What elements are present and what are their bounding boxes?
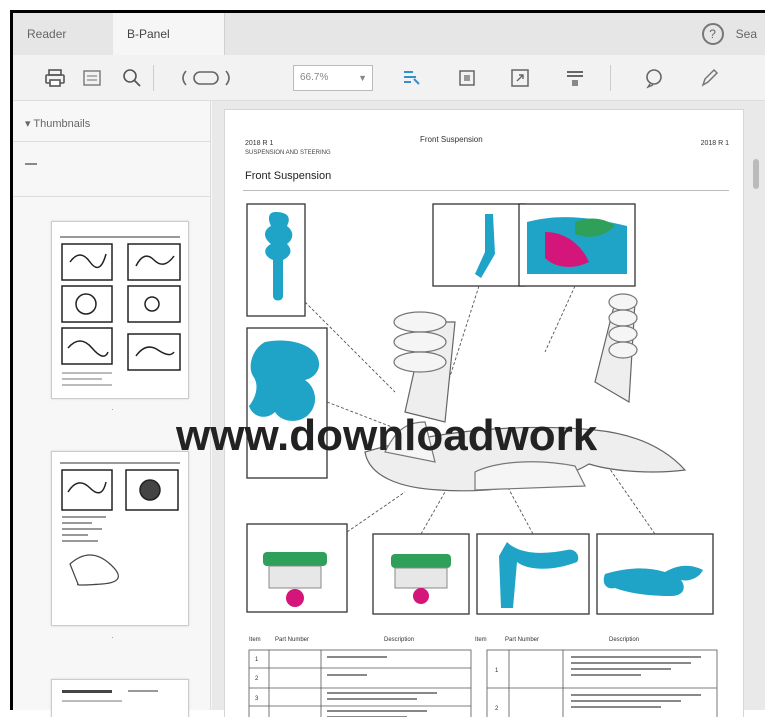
page-thumbnail[interactable] bbox=[51, 451, 189, 626]
page-header-center: Front Suspension bbox=[420, 135, 483, 144]
svg-text:1: 1 bbox=[255, 657, 259, 663]
pen-icon[interactable] bbox=[695, 64, 723, 92]
page-title: Front Suspension bbox=[245, 170, 332, 182]
help-icon[interactable]: ? bbox=[701, 23, 724, 45]
document-viewport[interactable]: 2018 R 1 Front Suspension 2018 R 1 SUSPE… bbox=[212, 101, 765, 717]
fit-page-icon[interactable] bbox=[78, 64, 106, 92]
sidebar-header[interactable]: ▾ Thumbnails bbox=[25, 117, 90, 130]
svg-text:2: 2 bbox=[495, 706, 499, 712]
scrollbar-thumb[interactable] bbox=[753, 159, 759, 189]
tab-reader[interactable]: Reader bbox=[13, 13, 108, 55]
zoom-value: 66.7% bbox=[300, 72, 329, 83]
table-header: Description bbox=[383, 637, 414, 643]
page-header-sub: SUSPENSION AND STEERING bbox=[245, 150, 331, 156]
page-header-right: 2018 R 1 bbox=[700, 140, 729, 147]
select-tool-icon[interactable] bbox=[397, 64, 425, 92]
collapse-icon[interactable] bbox=[25, 163, 37, 165]
thumbnail-sidebar: ▾ Thumbnails · · bbox=[13, 101, 211, 717]
table-header: Part Number bbox=[275, 637, 310, 643]
toolbar: 66.7% ▼ bbox=[13, 55, 765, 101]
tab-b-panel[interactable]: B-Panel bbox=[113, 13, 225, 55]
header-right: ? Sea bbox=[701, 13, 765, 55]
table-header: Item bbox=[249, 637, 261, 643]
page-nav-icon[interactable] bbox=[173, 64, 243, 92]
comment-icon[interactable] bbox=[640, 64, 668, 92]
page-thumbnail[interactable] bbox=[51, 221, 189, 399]
table-grid: 1 2 3 1 2 bbox=[248, 649, 718, 717]
tab-bar: Reader B-Panel ? Sea bbox=[13, 13, 765, 55]
resize-icon[interactable] bbox=[506, 64, 534, 92]
crop-icon[interactable] bbox=[453, 64, 481, 92]
user-label[interactable]: Sea bbox=[736, 27, 757, 41]
print-icon[interactable] bbox=[41, 64, 69, 92]
app-window: Reader B-Panel ? Sea 66.7% ▼ ▾ Thumbnail… bbox=[10, 10, 765, 717]
vertical-scrollbar[interactable] bbox=[751, 113, 761, 700]
svg-text:1: 1 bbox=[495, 668, 499, 674]
parts-table: Item Part Number Description Item Part N… bbox=[247, 632, 737, 717]
table-header: Item bbox=[475, 637, 487, 643]
watermark-text: www.downloadwork bbox=[176, 411, 598, 460]
thumbnail-page-number: · bbox=[111, 632, 114, 642]
chevron-down-icon: ▼ bbox=[358, 73, 367, 83]
table-header: Part Number bbox=[505, 637, 540, 643]
highlight-icon[interactable] bbox=[561, 64, 589, 92]
svg-text:3: 3 bbox=[255, 696, 259, 702]
svg-text:2: 2 bbox=[255, 676, 259, 682]
zoom-select[interactable]: 66.7% ▼ bbox=[293, 65, 373, 91]
table-header: Description bbox=[608, 637, 639, 643]
search-icon[interactable] bbox=[118, 64, 146, 92]
page-thumbnail[interactable] bbox=[51, 679, 189, 717]
page-header-left: 2018 R 1 bbox=[245, 140, 274, 147]
thumbnail-page-number: · bbox=[111, 404, 114, 414]
